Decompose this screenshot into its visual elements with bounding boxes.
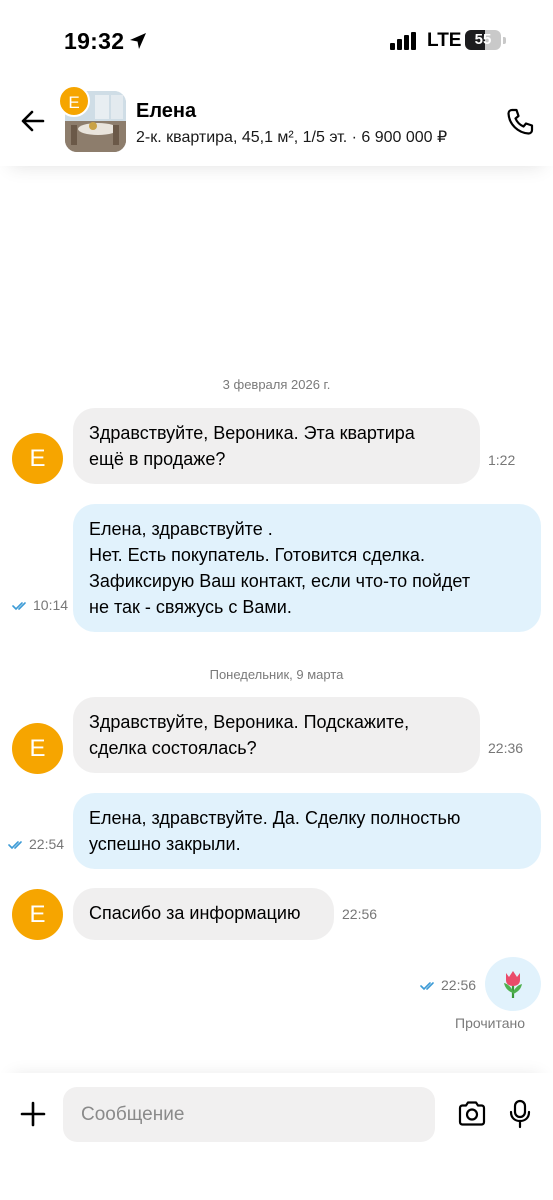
sender-avatar: E [12,433,63,484]
date-separator: 3 февраля 2026 г. [222,377,331,392]
message-time: 1:22 [488,452,516,468]
message-time-label: 22:54 [29,836,65,852]
outgoing-message[interactable]: Елена, здравствуйте. Да. Сделку полность… [73,793,541,869]
message-text: Здравствуйте, Вероника. Эта квартира ещё… [89,423,415,469]
emoji-message[interactable] [485,957,541,1011]
chat-header: E Елена 2-к. квартира, 45,1 м², 1/5 эт. … [0,80,553,166]
message-text: Спасибо за информацию [89,903,301,923]
incoming-message[interactable]: Здравствуйте, Вероника. Эта квартира ещё… [73,408,480,484]
message-time: 22:54 [8,836,64,852]
battery-level: 55 [474,31,492,48]
contact-name[interactable]: Елена [136,100,196,123]
double-check-icon [12,602,26,611]
message-time-label: 22:56 [441,977,477,993]
message-text: Елена, здравствуйте . Нет. Есть покупате… [89,519,471,617]
message-input[interactable] [63,1087,435,1142]
camera-icon[interactable] [457,1100,487,1128]
incoming-message[interactable]: Здравствуйте, Вероника. Подскажите, сдел… [73,697,480,773]
message-text: Елена, здравствуйте. Да. Сделку полность… [89,808,461,854]
message-time: 22:36 [488,740,524,756]
tulip-icon [504,970,522,998]
message-time: 22:56 [420,977,476,993]
message-time-label: 10:14 [33,597,69,613]
plus-icon[interactable] [19,1100,47,1128]
cellular-signal-icon [390,32,416,50]
status-bar: 19:32 LTE 55 [0,0,553,80]
network-type: LTE [427,30,462,51]
message-text: Здравствуйте, Вероника. Подскажите, сдел… [89,712,410,758]
double-check-icon [8,841,22,850]
back-arrow-icon[interactable] [18,106,48,136]
incoming-message[interactable]: Спасибо за информацию [73,888,334,940]
message-time: 22:56 [342,906,378,922]
read-status: Прочитано [455,1015,525,1031]
listing-info[interactable]: 2-к. квартира, 45,1 м², 1/5 эт. · 6 900 … [136,127,447,147]
microphone-icon[interactable] [508,1099,532,1129]
phone-icon[interactable] [505,107,535,137]
sender-avatar: E [12,889,63,940]
date-separator: Понедельник, 9 марта [209,667,344,682]
sender-avatar: E [12,723,63,774]
double-check-icon [420,982,434,991]
outgoing-message[interactable]: Елена, здравствуйте . Нет. Есть покупате… [73,504,541,632]
battery-icon: 55 [465,30,501,50]
location-arrow-icon [130,33,146,49]
message-composer [0,1073,553,1200]
status-time: 19:32 [64,28,125,54]
contact-avatar: E [58,85,90,117]
message-time: 10:14 [12,597,68,613]
